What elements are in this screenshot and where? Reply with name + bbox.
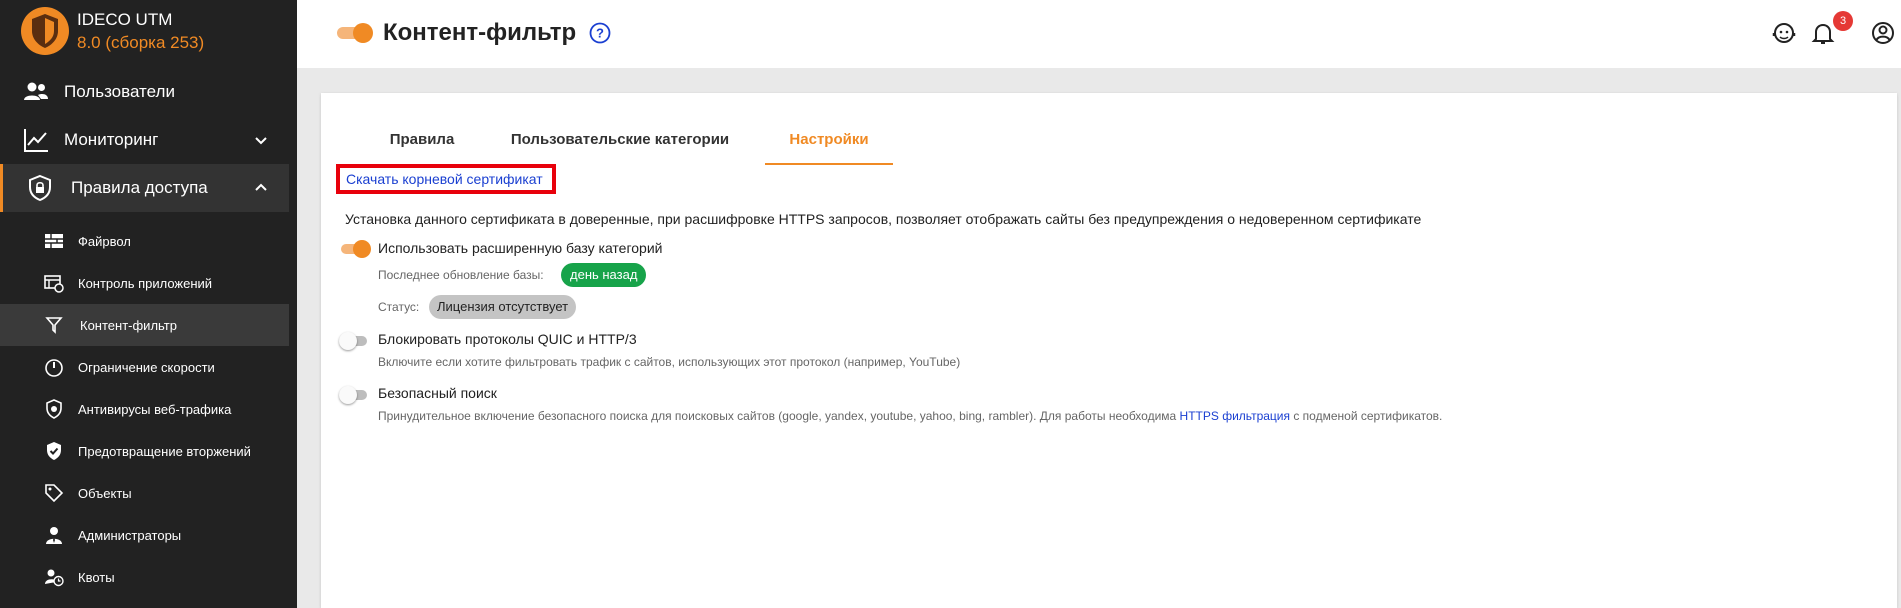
users-icon (24, 82, 48, 100)
brand-version: 8.0 (сборка 253) (77, 33, 205, 52)
antivirus-shield-icon (46, 399, 62, 419)
block-quic-toggle[interactable] (339, 332, 369, 350)
license-status-badge: Лицензия отсутствует (429, 295, 577, 319)
safe-search-toggle[interactable] (339, 386, 369, 404)
status-label: Статус: (378, 300, 420, 314)
sidebar-item-label: Пользователи (64, 82, 175, 101)
module-enable-toggle[interactable] (337, 23, 373, 43)
sidebar-item-administrators[interactable]: Администраторы (0, 514, 289, 556)
cert-description: Установка данного сертификата в доверенн… (345, 211, 1422, 227)
sidebar-item-label: Правила доступа (71, 178, 208, 197)
ideco-logo-icon (21, 7, 69, 55)
svg-text:?: ? (596, 26, 604, 41)
download-root-cert-link[interactable]: Скачать корневой сертификат (346, 171, 543, 187)
bell-icon[interactable] (1810, 20, 1836, 46)
help-icon[interactable]: ? (589, 22, 611, 44)
cert-link-highlight: Скачать корневой сертификат (336, 164, 556, 194)
sidebar-item-quotas[interactable]: Квоты (0, 556, 289, 598)
chevron-up-icon (255, 183, 267, 191)
sidebar: IDECO UTM 8.0 (сборка 253) Пользователи … (0, 0, 297, 608)
sidebar-item-users[interactable]: Пользователи (0, 68, 289, 116)
sidebar-item-content-filter[interactable]: Контент-фильтр (0, 304, 289, 346)
firewall-icon (45, 234, 63, 248)
sidebar-item-objects[interactable]: Объекты (0, 472, 289, 514)
sidebar-item-label: Администраторы (78, 527, 182, 543)
sidebar-item-monitoring[interactable]: Мониторинг (0, 116, 289, 164)
brand-name: IDECO UTM (77, 10, 173, 29)
quota-icon (45, 569, 64, 587)
tab-settings[interactable]: Настройки (765, 131, 893, 165)
last-update-label: Последнее обновление базы: (378, 268, 544, 282)
safe-search-label: Безопасный поиск (378, 385, 497, 401)
https-filtering-link[interactable]: HTTPS фильтрация (1180, 409, 1290, 423)
sidebar-item-label: Объекты (78, 485, 132, 501)
tab-rules[interactable]: Правила (377, 131, 467, 165)
sidebar-item-label: Ограничение скорости (78, 359, 215, 375)
sidebar-item-label: Квоты (78, 569, 115, 585)
extended-db-label: Использовать расширенную базу категорий (378, 240, 663, 256)
chevron-down-icon (255, 137, 267, 145)
sidebar-item-web-antivirus[interactable]: Антивирусы веб-трафика (0, 388, 289, 430)
extended-db-toggle[interactable] (341, 240, 371, 258)
topbar: Контент-фильтр ? 3 (297, 0, 1901, 68)
ips-shield-icon (47, 442, 61, 460)
sidebar-item-intrusion-prevention[interactable]: Предотвращение вторжений (0, 430, 289, 472)
tag-icon (45, 484, 64, 503)
page-title: Контент-фильтр (383, 19, 577, 46)
block-quic-label: Блокировать протоколы QUIC и HTTP/3 (378, 331, 637, 347)
admin-icon (46, 527, 62, 544)
sidebar-item-label: Файрвол (78, 233, 131, 249)
shield-lock-icon (29, 174, 51, 202)
account-icon[interactable] (1870, 20, 1896, 46)
sidebar-item-access-rules[interactable]: Правила доступа (0, 164, 289, 212)
sidebar-item-label: Контент-фильтр (80, 317, 177, 333)
settings-card: Правила Пользовательские категории Настр… (321, 93, 1897, 608)
last-update-badge: день назад (561, 263, 647, 287)
sidebar-item-label: Антивирусы веб-трафика (78, 401, 232, 417)
sidebar-item-label: Контроль приложений (78, 275, 213, 291)
brand[interactable]: IDECO UTM 8.0 (сборка 253) (20, 6, 290, 56)
sidebar-item-app-control[interactable]: Контроль приложений (0, 262, 289, 304)
sidebar-item-firewall[interactable]: Файрвол (0, 220, 289, 262)
chart-line-icon (24, 129, 48, 152)
app-control-icon (44, 275, 64, 293)
sidebar-item-label: Предотвращение вторжений (78, 443, 251, 459)
sidebar-item-label: Мониторинг (64, 130, 159, 149)
filter-icon (45, 317, 63, 334)
tab-user-categories[interactable]: Пользовательские категории (499, 131, 741, 165)
speed-limit-icon (45, 359, 63, 377)
support-agent-icon[interactable] (1771, 20, 1797, 46)
block-quic-hint: Включите если хотите фильтровать трафик … (378, 355, 961, 369)
sidebar-item-speed-limit[interactable]: Ограничение скорости (0, 346, 289, 388)
safe-search-hint: Принудительное включение безопасного пои… (378, 409, 1443, 423)
notifications-badge: 3 (1833, 11, 1853, 31)
